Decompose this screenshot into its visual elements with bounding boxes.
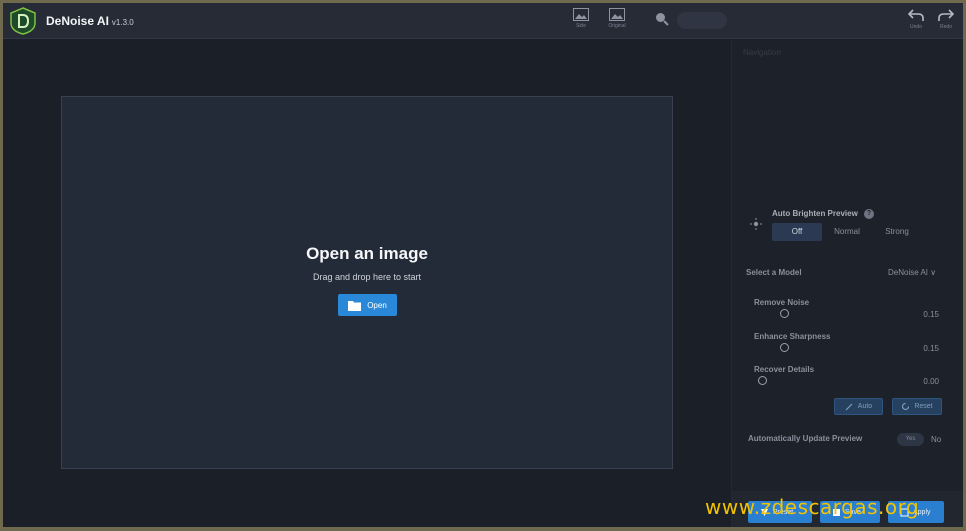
- redo-button[interactable]: Redo: [929, 8, 963, 36]
- original-view-icon: [609, 8, 625, 21]
- zoom-icon[interactable]: [655, 12, 669, 26]
- enhance-sharpness-slider[interactable]: Enhance Sharpness 0.15: [754, 332, 939, 362]
- select-model-label: Select a Model: [746, 268, 802, 277]
- recover-details-value: 0.00: [923, 377, 939, 386]
- recover-details-slider[interactable]: Recover Details 0.00: [754, 365, 939, 395]
- open-button-label: Open: [367, 300, 387, 310]
- redo-icon: [938, 9, 955, 21]
- original-view-button[interactable]: Original: [600, 8, 634, 36]
- remove-noise-value: 0.15: [923, 310, 939, 319]
- navigator-title: Navigation: [743, 48, 781, 57]
- enhance-sharpness-label: Enhance Sharpness: [754, 332, 831, 341]
- recover-details-label: Recover Details: [754, 365, 815, 374]
- model-dropdown[interactable]: DeNoise AI ∨: [888, 268, 936, 277]
- auto-brighten-selector: Off Normal Strong: [772, 223, 922, 241]
- original-label: Original: [608, 23, 626, 29]
- slider-knob[interactable]: [758, 376, 767, 385]
- slider-knob[interactable]: [780, 343, 789, 352]
- auto-button[interactable]: Auto: [834, 398, 883, 415]
- brighten-option-normal[interactable]: Normal: [822, 223, 872, 241]
- reset-button[interactable]: Reset: [892, 398, 942, 415]
- drag-drop-hint: Drag and drop here to start: [312, 272, 422, 282]
- side-by-side-button[interactable]: Side: [564, 8, 598, 36]
- side-view-icon: [573, 8, 589, 21]
- reset-button-label: Reset: [914, 403, 933, 410]
- auto-update-no[interactable]: No: [931, 435, 941, 444]
- image-drop-zone[interactable]: Open an image Drag and drop here to star…: [61, 96, 673, 469]
- brightness-icon: [750, 218, 762, 230]
- denoise-logo-icon: [10, 7, 36, 35]
- open-button[interactable]: Open: [338, 294, 397, 316]
- brighten-option-strong[interactable]: Strong: [872, 223, 922, 241]
- undo-button[interactable]: Undo: [899, 8, 933, 36]
- redo-label: Redo: [940, 24, 952, 30]
- brighten-option-off[interactable]: Off: [772, 223, 822, 241]
- app-name: DeNoise AI: [46, 14, 109, 28]
- reset-icon: [902, 402, 910, 411]
- app-window: DeNoise AI v1.3.0 Side Original Undo Red…: [3, 3, 963, 527]
- auto-brighten-label: Auto Brighten Preview: [772, 209, 858, 218]
- side-label: Side: [575, 23, 586, 29]
- open-image-title: Open an image: [306, 244, 428, 263]
- remove-noise-label: Remove Noise: [754, 298, 810, 307]
- undo-icon: [907, 9, 924, 21]
- app-title: DeNoise AI v1.3.0: [46, 14, 134, 28]
- auto-update-label: Automatically Update Preview: [748, 434, 863, 443]
- title-bar: DeNoise AI v1.3.0 Side Original Undo Red…: [3, 3, 963, 39]
- undo-label: Undo: [910, 24, 922, 30]
- app-version: v1.3.0: [111, 18, 134, 27]
- slider-knob[interactable]: [780, 309, 789, 318]
- help-icon[interactable]: ?: [864, 209, 874, 219]
- remove-noise-slider[interactable]: Remove Noise 0.15: [754, 298, 939, 328]
- magic-wand-icon: [845, 403, 853, 411]
- settings-panel: Navigation Auto Brighten Preview ? Off N…: [731, 40, 963, 527]
- watermark-text: www.zdescargas.org: [705, 495, 920, 519]
- folder-icon: [348, 300, 362, 311]
- auto-update-yes[interactable]: Yes: [897, 433, 924, 446]
- zoom-level-field[interactable]: [677, 12, 727, 29]
- enhance-sharpness-value: 0.15: [923, 344, 939, 353]
- auto-button-label: Auto: [857, 403, 873, 410]
